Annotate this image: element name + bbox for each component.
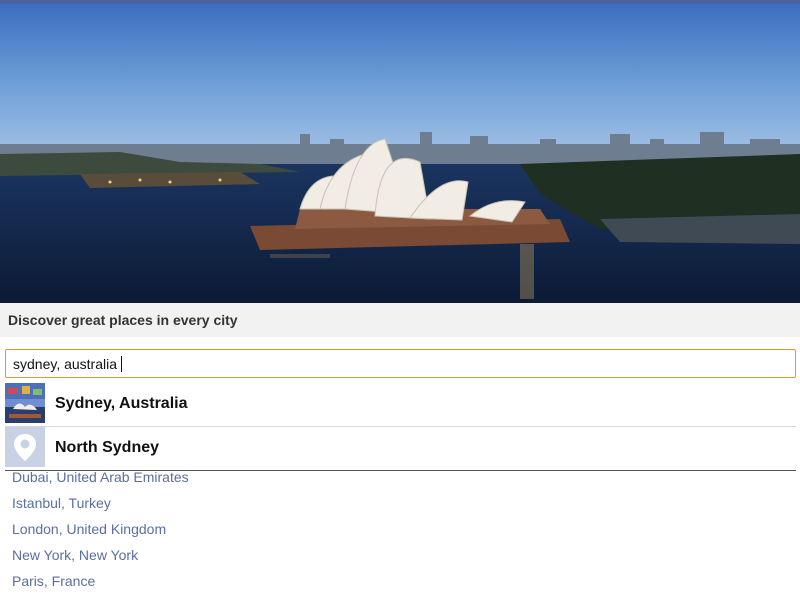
suggestion-label: Sydney, Australia	[55, 395, 188, 412]
city-link-new-york[interactable]: New York, New York	[12, 547, 138, 563]
suggestion-item[interactable]: Sydney, Australia	[5, 383, 796, 427]
suggestion-label: North Sydney	[55, 439, 160, 456]
city-search-input[interactable]	[13, 356, 773, 372]
page-tagline: Discover great places in every city	[8, 312, 238, 328]
hero-image	[0, 4, 800, 303]
city-link-istanbul[interactable]: Istanbul, Turkey	[12, 495, 111, 511]
suggestion-item[interactable]: North Sydney	[5, 427, 796, 471]
city-search-box[interactable]	[5, 349, 796, 378]
city-link-dubai[interactable]: Dubai, United Arab Emirates	[12, 469, 189, 485]
text-caret	[121, 356, 122, 372]
city-thumbnail-icon	[5, 383, 45, 423]
city-link-paris[interactable]: Paris, France	[12, 573, 95, 589]
tagline-bar: Discover great places in every city	[0, 303, 800, 337]
map-pin-icon	[5, 427, 45, 467]
city-link-london[interactable]: London, United Kingdom	[12, 521, 166, 537]
